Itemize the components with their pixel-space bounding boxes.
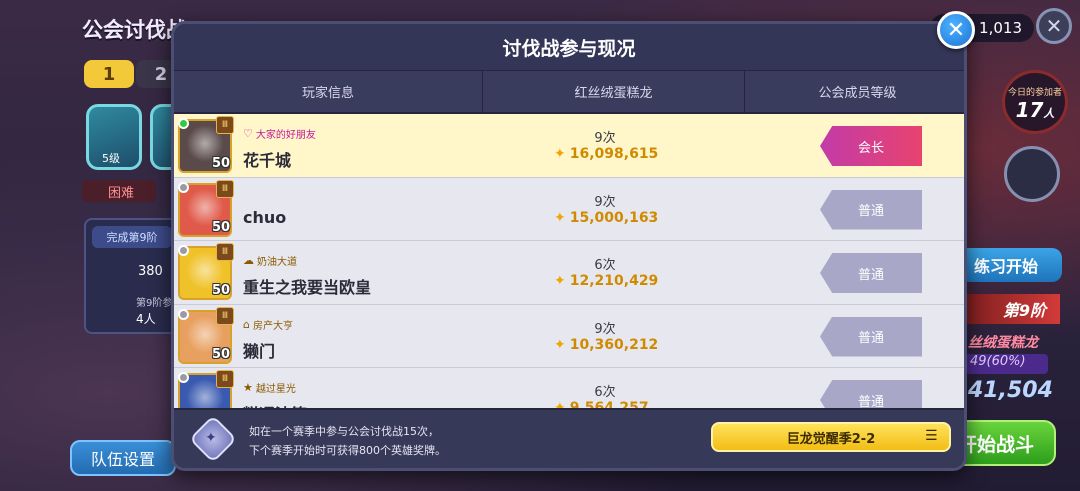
boss-score: 41,504 bbox=[968, 378, 1053, 403]
online-status-icon bbox=[178, 181, 189, 193]
footer-line-2: 下个赛季开始时可获得800个英雄奖牌。 bbox=[249, 444, 446, 457]
damage-value: 16,098,615 bbox=[569, 146, 659, 162]
boss-name: 丝绒蛋糕龙 bbox=[968, 335, 1038, 351]
player-title-text: 房产大亨 bbox=[252, 320, 293, 332]
participant-list[interactable]: Ⅲ 50 ♡ 大家的好朋友 花千城 9次 ✦ 16,098,615 会长 Ⅲ 5… bbox=[174, 114, 964, 410]
today-label: 今日的参加者 bbox=[1007, 88, 1062, 98]
col-player-info: 玩家信息 bbox=[174, 71, 483, 112]
online-status-icon bbox=[178, 372, 189, 383]
player-title-text: 大家的好朋友 bbox=[255, 130, 316, 141]
damage-icon: ✦ bbox=[554, 146, 566, 162]
player-level: 50 bbox=[212, 219, 231, 235]
star-icon: ★ bbox=[243, 381, 253, 394]
damage-value: 12,210,429 bbox=[569, 273, 659, 289]
member-rank-tag: 普通 bbox=[820, 189, 922, 230]
online-status-icon bbox=[178, 118, 189, 129]
damage-total: ✦ 10,360,212 bbox=[554, 337, 658, 353]
attempt-count: 6次 bbox=[594, 258, 616, 273]
member-rank-tag: 普通 bbox=[820, 380, 922, 410]
boss-level-label: 5级 bbox=[102, 152, 120, 165]
progress-panel: 完成第9阶 380 第9阶参 4人 bbox=[84, 218, 180, 334]
progress-header: 完成第9阶 bbox=[92, 226, 172, 248]
today-participants: 今日的参加者 17人 bbox=[1002, 70, 1068, 134]
player-title: ♡ 大家的好朋友 bbox=[243, 126, 316, 141]
footer-line-1: 如在一个赛季中参与公会讨伐战15次， bbox=[249, 425, 439, 438]
player-level: 50 bbox=[212, 346, 231, 362]
player-title-text: 奶油大道 bbox=[257, 257, 297, 268]
member-rank-tag: 会长 bbox=[820, 126, 922, 166]
member-rank-tag: 普通 bbox=[820, 316, 922, 357]
damage-icon: ✦ bbox=[554, 336, 566, 353]
team-setup-button[interactable]: 队伍设置 bbox=[70, 440, 176, 476]
table-row[interactable]: Ⅲ 50 chuo 9次 ✦ 15,000,163 普通 bbox=[174, 177, 964, 241]
player-name: 花千城 bbox=[243, 151, 292, 170]
participation-modal: 讨伐战参与现况 玩家信息 红丝绒蛋糕龙 公会成员等级 Ⅲ 50 ♡ 大家的好朋友… bbox=[171, 21, 967, 471]
damage-total: ✦ 16,098,615 bbox=[554, 146, 658, 162]
footer-note: 如在一个赛季中参与公会讨伐战15次， 下个赛季开始时可获得800个英雄奖牌。 bbox=[249, 422, 446, 460]
participants-label: 第9阶参 bbox=[136, 298, 173, 309]
today-count: 17 bbox=[1015, 98, 1044, 122]
table-row[interactable]: Ⅲ 50 ♡ 大家的好朋友 花千城 9次 ✦ 16,098,615 会长 bbox=[174, 114, 964, 178]
column-headers: 玩家信息 红丝绒蛋糕龙 公会成员等级 bbox=[174, 70, 964, 114]
damage-value: 15,000,163 bbox=[569, 209, 659, 226]
medal-icon-symbol: ✦ bbox=[205, 430, 217, 446]
damage-total: ✦ 12,210,429 bbox=[554, 273, 658, 289]
player-title: ⌂ 房产大亨 bbox=[243, 317, 293, 332]
difficulty-label: 困难 bbox=[82, 180, 156, 202]
damage-value: 10,360,212 bbox=[569, 336, 659, 353]
online-status-icon bbox=[178, 245, 189, 256]
table-row[interactable]: Ⅲ 50 ⌂ 房产大亨 獭门 9次 ✦ 10,360,212 普通 bbox=[174, 304, 964, 368]
damage-icon: ✦ bbox=[554, 209, 566, 226]
participants-count: 4人 bbox=[136, 312, 156, 326]
col-member-rank: 公会成员等级 bbox=[818, 86, 897, 101]
practice-button[interactable]: 练习开始 bbox=[952, 248, 1062, 282]
cloud-icon: ☁ bbox=[243, 254, 254, 267]
progress-count: 380 bbox=[138, 264, 163, 279]
season-label: 巨龙觉醒季2-2 bbox=[786, 431, 876, 447]
boss-hp: 49(60%) bbox=[964, 354, 1048, 374]
modal-footer: ✦ 如在一个赛季中参与公会讨伐战15次， 下个赛季开始时可获得800个英雄奖牌。… bbox=[174, 408, 964, 468]
house-icon: ⌂ bbox=[243, 317, 250, 331]
player-title-text: 越过星光 bbox=[255, 384, 296, 395]
col-boss: 红丝绒蛋糕龙 bbox=[483, 71, 745, 112]
close-icon[interactable]: ✕ bbox=[937, 11, 975, 49]
damage-icon: ✦ bbox=[554, 273, 566, 289]
stage-label: 第9阶 bbox=[960, 294, 1060, 324]
table-row[interactable]: Ⅲ 50 ☁ 奶油大道 重生之我要当欧皇 6次 ✦ 12,210,429 普通 bbox=[174, 241, 964, 305]
player-title: ★ 越过星光 bbox=[243, 380, 296, 395]
rank-badge-icon: Ⅲ bbox=[216, 306, 234, 325]
season-select-button[interactable]: 巨龙觉醒季2-2 ☰ bbox=[711, 422, 951, 452]
heart-icon: ♡ bbox=[243, 127, 253, 140]
player-name: chuo bbox=[243, 207, 287, 227]
player-name: 獭门 bbox=[243, 341, 276, 361]
menu-icon: ☰ bbox=[925, 428, 938, 444]
member-rank-tag: 普通 bbox=[820, 253, 922, 293]
player-level: 50 bbox=[212, 283, 231, 298]
background-close-icon[interactable]: ✕ bbox=[1036, 8, 1072, 44]
player-name: 重生之我要当欧皇 bbox=[243, 278, 372, 297]
rank-badge-icon: Ⅲ bbox=[216, 179, 234, 198]
player-title: ☁ 奶油大道 bbox=[243, 253, 297, 268]
damage-total: ✦ 15,000,163 bbox=[554, 210, 658, 226]
online-status-icon bbox=[178, 308, 189, 320]
rank-badge-icon: Ⅲ bbox=[216, 243, 234, 261]
today-unit: 人 bbox=[1043, 107, 1055, 120]
rank-badge-icon: Ⅲ bbox=[216, 370, 234, 388]
attempt-count: 9次 bbox=[594, 321, 616, 337]
table-row[interactable]: Ⅲ 50 ★ 越过星光 糕通法策Q 6次 ✦ 9,564,257 普通 bbox=[174, 368, 964, 410]
attempt-count: 9次 bbox=[594, 131, 616, 146]
tab-1[interactable]: 1 bbox=[84, 60, 134, 88]
modal-title: 讨伐战参与现况 bbox=[174, 24, 964, 70]
rank-badge-icon: Ⅲ bbox=[216, 116, 234, 134]
chat-icon[interactable] bbox=[1004, 146, 1060, 202]
attempt-count: 6次 bbox=[594, 385, 616, 400]
attempt-count: 9次 bbox=[594, 194, 616, 210]
player-level: 50 bbox=[212, 156, 231, 171]
